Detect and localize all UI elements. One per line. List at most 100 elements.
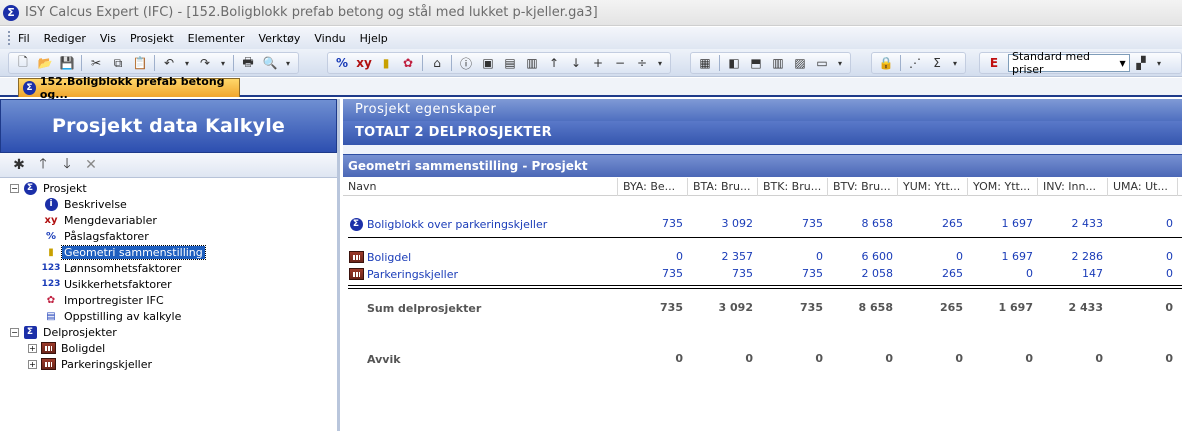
- column-header-yum[interactable]: YUM: Ytt...: [898, 178, 968, 196]
- move-down-icon[interactable]: ↓: [567, 54, 585, 72]
- move-up-icon[interactable]: ↑: [545, 54, 563, 72]
- chevron-down-icon[interactable]: ▼: [1116, 59, 1129, 68]
- tree-item-usikkerhetsfaktorer[interactable]: 123 Usikkerhetsfaktorer: [0, 276, 337, 292]
- open-folder-icon[interactable]: 📂: [36, 54, 54, 72]
- layout-columns-icon[interactable]: ▥: [769, 54, 787, 72]
- toolbar-group-view: ▦ ◧ ⬒ ▥ ▨ ▭ ▾: [690, 52, 851, 74]
- menu-elementer[interactable]: Elementer: [187, 30, 246, 47]
- tree-item-delprosjekter[interactable]: − Σ Delprosjekter: [0, 324, 337, 340]
- table-row-avvik[interactable]: Avvik 0 0 0 0 0 0 0 0: [343, 351, 1182, 367]
- toolbar-overflow-icon[interactable]: ▾: [950, 54, 960, 72]
- cell-bta: 2 357: [721, 250, 754, 263]
- tree-item-lonnsomhetsfaktorer[interactable]: 123 Lønnsomhetsfaktorer: [0, 260, 337, 276]
- redo-icon[interactable]: ↷: [196, 54, 214, 72]
- column-header-btk[interactable]: BTK: Bru...: [758, 178, 828, 196]
- export-dropdown-icon[interactable]: ▾: [1154, 54, 1164, 72]
- menu-vis[interactable]: Vis: [99, 30, 117, 47]
- layout-top-icon[interactable]: ⬒: [747, 54, 765, 72]
- separator: [154, 55, 155, 71]
- layout-window-icon[interactable]: ▭: [813, 54, 831, 72]
- menu-prosjekt[interactable]: Prosjekt: [129, 30, 175, 47]
- plus-icon[interactable]: +: [589, 54, 607, 72]
- column-header-navn[interactable]: Navn: [343, 178, 618, 196]
- menubar-grip-icon[interactable]: [8, 31, 11, 45]
- tree-item-oppstilling[interactable]: ▤ Oppstilling av kalkyle: [0, 308, 337, 324]
- layout-image-icon[interactable]: ▨: [791, 54, 809, 72]
- print-preview-icon[interactable]: 🔍: [261, 54, 279, 72]
- table-row-parkeringskjeller[interactable]: Parkeringskjeller 735 735 735 2 058 265 …: [343, 266, 1182, 282]
- element-edit-icon[interactable]: ▤: [501, 54, 519, 72]
- expand-icon[interactable]: +: [28, 359, 37, 369]
- column-header-inv[interactable]: INV: Inn...: [1038, 178, 1108, 196]
- network-icon[interactable]: ⋰: [906, 54, 924, 72]
- column-header-yom[interactable]: YOM: Ytt...: [968, 178, 1038, 196]
- tree-item-beskrivelse[interactable]: i Beskrivelse: [0, 196, 337, 212]
- collapse-icon[interactable]: −: [10, 183, 19, 193]
- table-row-total[interactable]: Σ Boligblokk over parkeringskjeller 735 …: [343, 216, 1182, 232]
- redo-dropdown-icon[interactable]: ▾: [218, 54, 228, 72]
- tab-document[interactable]: Σ 152.Boligblokk prefab betong og...: [18, 75, 240, 101]
- toolbar-overflow-icon[interactable]: ▾: [835, 54, 845, 72]
- menu-fil[interactable]: Fil: [17, 30, 31, 47]
- price-book-icon[interactable]: E: [985, 54, 1003, 72]
- tree-item-prosjekt[interactable]: − Σ Prosjekt: [0, 180, 337, 196]
- print-icon[interactable]: 🖶: [239, 54, 257, 72]
- column-header-bta[interactable]: BTA: Bru...: [688, 178, 758, 196]
- row-name: Boligdel: [348, 249, 411, 265]
- toolbar-overflow-icon[interactable]: ▾: [655, 54, 665, 72]
- percent-icon[interactable]: %: [333, 54, 351, 72]
- ruler-icon[interactable]: ▮: [377, 54, 395, 72]
- cut-icon[interactable]: ✂: [87, 54, 105, 72]
- tree-item-mengdevariabler[interactable]: xy Mengdevariabler: [0, 212, 337, 228]
- ifc-icon[interactable]: ✿: [399, 54, 417, 72]
- minus-icon[interactable]: −: [611, 54, 629, 72]
- menu-verktoy[interactable]: Verktøy: [258, 30, 302, 47]
- save-icon[interactable]: 💾: [58, 54, 76, 72]
- expand-icon[interactable]: +: [28, 343, 37, 353]
- copy-icon[interactable]: ⧉: [109, 54, 127, 72]
- menu-rediger[interactable]: Rediger: [43, 30, 87, 47]
- price-mode-select[interactable]: Standard med priser ▼: [1008, 50, 1130, 76]
- info-icon[interactable]: ⓘ: [457, 54, 475, 72]
- column-header-uma[interactable]: UMA: Ut...: [1108, 178, 1178, 196]
- column-header-bya[interactable]: BYA: Be...: [618, 178, 688, 196]
- new-file-icon[interactable]: 🗋: [14, 54, 32, 72]
- undo-icon[interactable]: ↶: [160, 54, 178, 72]
- export-icon[interactable]: ▞: [1132, 54, 1150, 72]
- xy-icon[interactable]: xy: [355, 54, 373, 72]
- cell-yum: 265: [942, 267, 963, 280]
- move-down-icon[interactable]: 🡓: [58, 156, 76, 174]
- cell-btk: 735: [802, 217, 823, 230]
- menu-vindu[interactable]: Vindu: [313, 30, 346, 47]
- element-icon[interactable]: ▣: [479, 54, 497, 72]
- split-icon[interactable]: ÷: [633, 54, 651, 72]
- tree-item-label: Delprosjekter: [43, 325, 117, 339]
- table-row-boligdel[interactable]: Boligdel 0 2 357 0 6 600 0 1 697 2 286 0: [343, 249, 1182, 265]
- section-title: Geometri sammenstilling - Prosjekt: [343, 154, 1182, 177]
- tree-item-boligdel[interactable]: + Boligdel: [0, 340, 337, 356]
- tree-item-geometri[interactable]: ▮ Geometri sammenstilling: [0, 244, 337, 260]
- tree-item-parkeringskjeller[interactable]: + Parkeringskjeller: [0, 356, 337, 372]
- row-label: Boligdel: [367, 250, 412, 264]
- sigma-arrow-icon[interactable]: Σ: [928, 54, 946, 72]
- new-item-icon[interactable]: ✱: [10, 156, 28, 174]
- move-up-icon[interactable]: 🡑: [34, 156, 52, 174]
- toolbar-overflow-icon[interactable]: ▾: [283, 54, 293, 72]
- tree-item-label: Lønnsomhetsfaktorer: [64, 261, 182, 275]
- undo-dropdown-icon[interactable]: ▾: [182, 54, 192, 72]
- lock-icon[interactable]: 🔒: [877, 54, 895, 72]
- table-row-sum[interactable]: Sum delprosjekter 735 3 092 735 8 658 26…: [343, 300, 1182, 316]
- tree-item-importregister[interactable]: ✿ Importregister IFC: [0, 292, 337, 308]
- element-copy-icon[interactable]: ▥: [523, 54, 541, 72]
- collapse-icon[interactable]: −: [10, 327, 19, 337]
- delete-icon[interactable]: ✕: [82, 156, 100, 174]
- paste-icon[interactable]: 📋: [131, 54, 149, 72]
- calculator-icon[interactable]: ▦: [696, 54, 714, 72]
- menu-hjelp[interactable]: Hjelp: [359, 30, 389, 47]
- tree-item-paslagsfaktorer[interactable]: % Påslagsfaktorer: [0, 228, 337, 244]
- row-label: Boligblokk over parkeringskjeller: [367, 217, 548, 231]
- column-header-btv[interactable]: BTV: Bru...: [828, 178, 898, 196]
- project-tree: − Σ Prosjekt i Beskrivelse xy Mengdevari…: [0, 178, 337, 372]
- folder-icon[interactable]: ⌂: [428, 54, 446, 72]
- layout-left-icon[interactable]: ◧: [725, 54, 743, 72]
